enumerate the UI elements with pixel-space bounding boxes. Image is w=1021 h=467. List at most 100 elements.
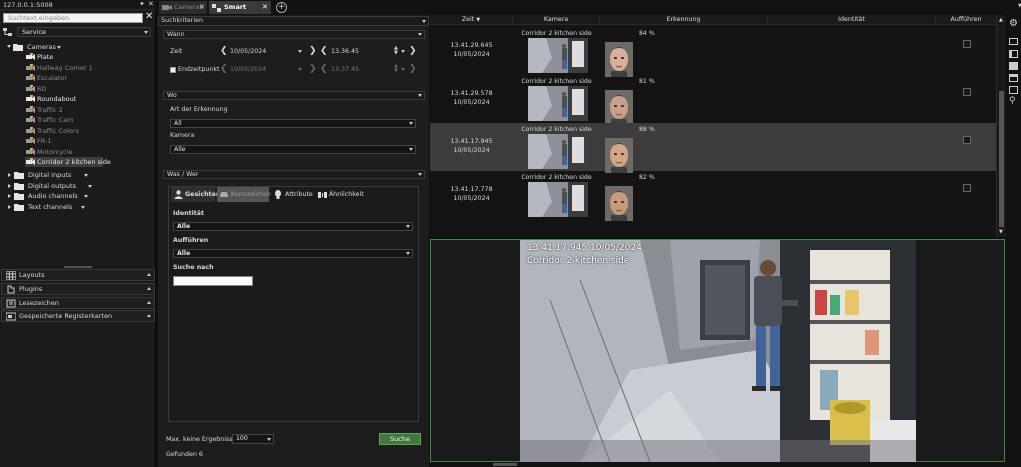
column-header-time[interactable]: Zeit ▼ [430,15,513,25]
detection-type-select[interactable]: All [170,119,416,128]
start-date[interactable]: 10/05/2024 [230,48,266,55]
prev-time-icon[interactable]: ❮ [320,47,328,56]
panel-saved-tabs[interactable]: Gespeicherte Registerkarten [1,310,155,323]
prev-date-icon[interactable]: ❮ [220,47,228,56]
splitter-handle[interactable] [64,266,92,268]
tree-group-label: Digital outputs [28,181,76,190]
camera-thumbnail[interactable] [528,86,588,121]
layout-icon[interactable] [1009,38,1018,45]
camera-frame: 13.41.17.945 10/05/2024 Corridor 2 kitch… [520,240,916,462]
identity-select[interactable]: Alle [173,222,413,231]
face-thumbnail[interactable] [605,186,633,221]
time-spinner-icon[interactable]: ▲ ▼ [394,46,398,56]
subtab-faces[interactable]: Gesichter [171,187,219,202]
chevron-down-icon [409,148,413,151]
chevron-down-icon[interactable] [57,46,61,49]
table-row[interactable]: 13.41.17.945 10/05/2024 Corridor 2 kitchen… [430,123,996,173]
panel-layouts[interactable]: Layouts [1,269,155,281]
expand-arrow-icon[interactable] [8,173,11,177]
camera-thumbnail[interactable] [528,182,588,217]
scroll-up-icon[interactable]: ▲ [999,17,1003,23]
table-row[interactable]: 13.41.29.645 10/05/2024 Corridor 2 kitchen… [430,27,996,77]
panel-icon[interactable] [1009,50,1018,58]
chevron-down-icon[interactable] [84,195,89,199]
search-for-input[interactable] [173,276,253,286]
add-tab-button[interactable]: + [276,2,287,13]
section-what-header[interactable]: Was / Wer [163,170,425,179]
column-header-camera[interactable]: Kamera [513,15,600,25]
subtab-attributes[interactable]: Attribute [271,187,313,202]
search-icon[interactable]: ⚲ [1009,96,1016,106]
expand-arrow-icon[interactable] [8,205,11,210]
scrollbar-thumb[interactable] [999,91,1004,227]
what-panel: Gesichter Kennzeichen Attribute Ähnlichk… [168,186,419,422]
chevron-down-icon[interactable] [80,206,85,210]
search-button[interactable]: Suche [379,433,421,445]
smart-search-icon [212,4,221,12]
time-picker-icon[interactable] [401,50,405,53]
video-preview[interactable]: 13.41.17.945 10/05/2024 Corridor 2 kitch… [430,239,1005,462]
close-icon[interactable]: ✕ [148,0,154,8]
tab-cameras[interactable]: Cameras ✕ [159,1,207,14]
date-picker-icon[interactable] [298,50,302,53]
section-where-header[interactable]: Wo [163,91,425,100]
column-header-detection[interactable]: Erkennung [600,15,768,25]
camera-select[interactable]: Alle [170,145,416,154]
camera-icon [26,63,36,72]
column-header-list[interactable]: Aufführen [936,15,996,25]
chevron-down-icon[interactable] [88,184,92,188]
expand-arrow-icon[interactable] [8,183,11,188]
close-tab-icon[interactable]: ✕ [262,1,268,14]
face-thumbnail[interactable] [605,42,633,77]
camera-thumbnail[interactable] [528,38,588,73]
save-icon[interactable] [1009,62,1018,70]
close-tab-icon[interactable]: ✕ [199,1,205,14]
panel-label: Layouts [19,271,45,279]
tree-camera-item[interactable]: Corridor 2 kitchen side [25,157,111,167]
window-icon[interactable] [1009,74,1018,82]
subtab-similarity[interactable]: Ähnlichkeit [315,187,364,202]
expand-arrow-icon[interactable] [8,194,11,199]
end-time-checkbox[interactable] [170,67,176,73]
face-thumbnail[interactable] [605,138,633,173]
face-thumbnail[interactable] [605,90,633,125]
chevron-up-icon[interactable] [147,273,151,276]
camera-thumbnail[interactable] [528,134,588,169]
table-row[interactable]: 13.41.29.578 10/05/2024 Corridor 2 kitchen… [430,75,996,125]
criteria-header[interactable]: Suchkriterien [158,16,429,26]
clear-search-icon[interactable]: ✕ [145,11,153,22]
view-select[interactable]: Service [17,27,151,37]
chevron-up-icon[interactable] [147,300,151,304]
column-header-identity[interactable]: Identität [768,15,936,25]
tab-smart-search[interactable]: Smart Search ✕ [209,1,271,24]
results-scrollbar[interactable]: ▲ ▼ [996,15,1006,237]
folder-icon [13,43,24,51]
expand-arrow-icon[interactable] [7,45,11,48]
list-select[interactable]: Alle [173,249,413,258]
list-checkbox[interactable] [963,136,971,144]
tree-icon[interactable] [3,28,15,38]
chevron-up-icon[interactable] [147,314,151,318]
list-checkbox[interactable] [963,40,971,48]
list-checkbox[interactable] [963,184,971,192]
gear-icon[interactable]: ⚙ [1009,18,1018,29]
list-checkbox[interactable] [963,88,971,96]
scroll-down-icon[interactable]: ▼ [999,229,1003,235]
search-text-input[interactable]: Suchtext eingeben [3,13,143,23]
table-row[interactable]: 13.41.17.778 10/05/2024 Corridor 2 kitchen… [430,171,996,221]
section-when-header[interactable]: Wann [163,30,425,39]
chevron-down-icon[interactable] [84,174,89,177]
pin-icon[interactable]: ✦ [139,0,145,8]
next-date-icon[interactable]: ❯ [309,47,317,56]
next-time-icon[interactable]: ❯ [409,47,417,56]
panel-plugins[interactable]: Plugins [1,282,155,295]
image-icon[interactable] [1009,86,1018,94]
max-results-select[interactable]: 100 [232,434,274,444]
video-splitter-handle[interactable] [493,463,517,466]
chevron-up-icon[interactable] [147,286,151,290]
subtab-label: Gesichter [185,191,219,198]
subtab-plates[interactable]: Kennzeichen [217,187,271,202]
start-time[interactable]: 13.36.45 [331,48,359,55]
result-camera: Corridor 2 kitchen side [521,126,592,133]
panel-bookmarks[interactable]: Lesezeichen [1,296,155,309]
